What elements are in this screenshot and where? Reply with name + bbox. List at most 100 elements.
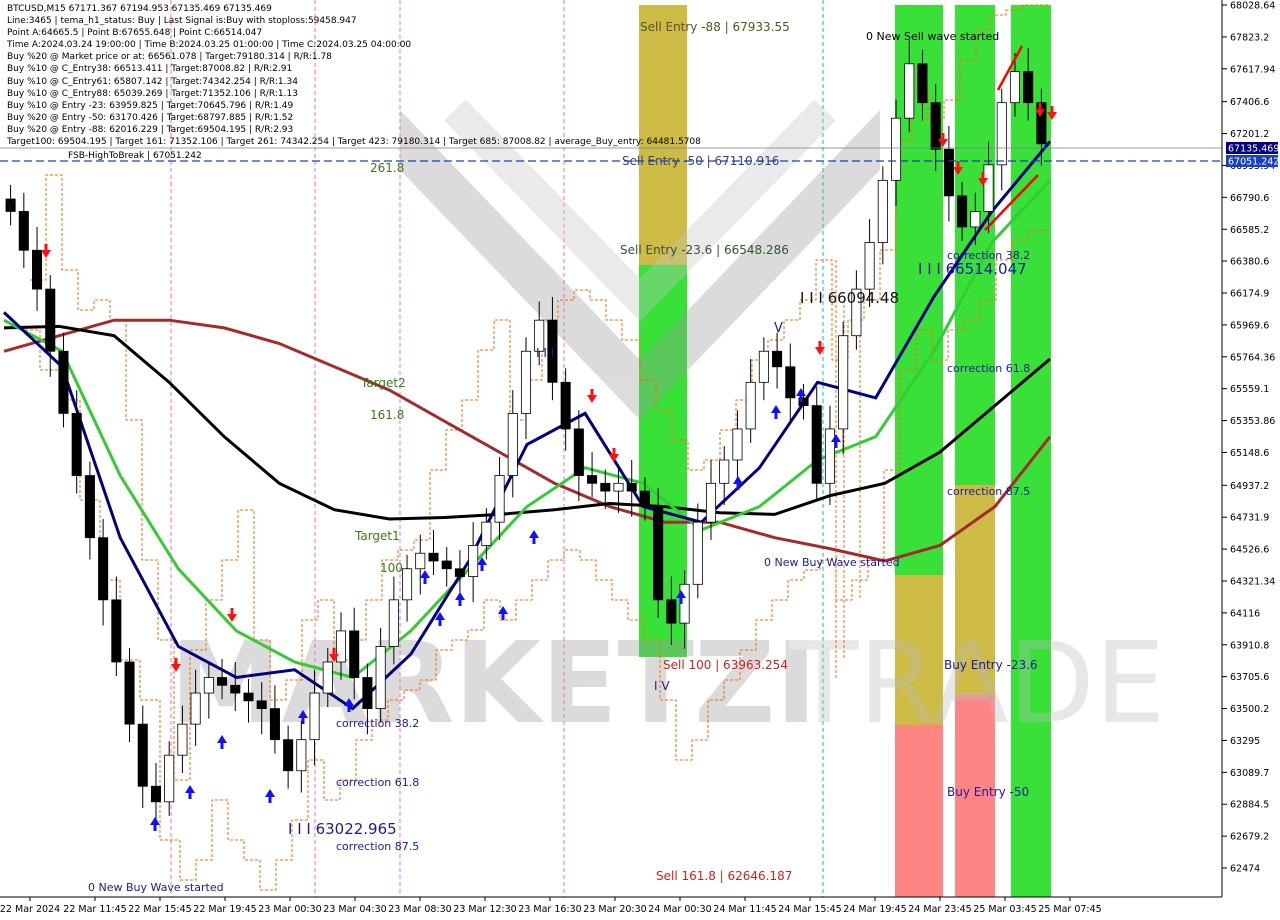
label-correction-618-right: correction 61.8 [947,362,1030,375]
current-price-label: 67135.469 [1228,144,1279,155]
candle-body [84,475,95,539]
candle-body [322,661,333,694]
candle-body [494,475,505,523]
candle-body [626,482,637,492]
candle-body [164,754,175,803]
candle-body [309,692,320,741]
candle-body [190,692,201,725]
x-tick-label: 23 Mar 00:30 [258,904,321,915]
y-tick-label: 65353.86 [1230,416,1275,427]
y-tick-label: 67823.2 [1230,32,1269,43]
candle-body [296,739,307,772]
label-fib-target2: Target2 [360,376,406,390]
x-tick-label: 22 Mar 11:45 [63,904,126,915]
candle-body [441,560,452,570]
label-sell-100: Sell 100 | 63963.254 [663,658,788,672]
y-tick-label: 63295 [1230,736,1260,747]
candle-body [692,521,703,585]
candle-body [150,785,161,803]
candle-body [428,552,439,562]
label-fib-161: 161.8 [370,408,404,422]
label-66094: I I I 66094.48 [800,289,899,307]
candle-body [838,335,849,430]
x-tick-label: 24 Mar 15:45 [778,904,841,915]
x-tick-label: 22 Mar 19:45 [193,904,256,915]
watermark-left: MARKETZI [170,619,817,749]
y-tick-label: 65764.36 [1230,352,1275,363]
candle-body [362,677,373,709]
label-new-sell-wave: 0 New Sell wave started [866,30,999,43]
buy-zone-1-red [895,725,943,897]
candle-body [507,413,518,476]
candle-body [943,148,954,197]
candle-body [283,739,294,772]
y-tick-label: 65969.6 [1230,320,1269,331]
candle-body [269,708,280,741]
label-wave-iv: I V [654,679,670,693]
candle-body [917,63,928,104]
y-tick-label: 66790.6 [1230,193,1269,204]
candle-body [481,521,492,546]
candle-body [520,350,532,414]
candle-body [124,661,135,725]
candle-body [335,630,347,663]
y-tick-label: 63705.6 [1230,672,1269,683]
label-fib-261: 261.8 [370,161,404,175]
label-63022: I I I 63022.965 [288,820,397,838]
candle-body [573,428,584,476]
label-new-buy-wave-2: 0 New Buy Wave started [88,881,224,894]
price-axis: 68028.6467823.267617.9467406.667201.2669… [1221,0,1280,920]
fsb-label: FSB-HighToBreak | 67051.242 [68,151,202,161]
label-new-buy-wave-1: 0 New Buy Wave started [764,556,900,569]
x-tick-label: 25 Mar 07:45 [1038,904,1101,915]
candle-body [600,482,611,492]
x-tick-label: 24 Mar 19:45 [843,904,906,915]
x-tick-label: 23 Mar 16:30 [518,904,581,915]
info-line: Buy %10 @ C_Entry38: 66513.411 | Target:… [7,64,293,75]
candle-body [666,599,677,624]
candle-body [45,288,56,352]
candle-body [560,381,571,430]
y-tick-label: 66380.6 [1230,257,1269,268]
x-tick-label: 23 Mar 20:30 [583,904,646,915]
candle-body [891,117,902,181]
candle-body [177,723,188,756]
candle-body [758,350,769,383]
candle-body [587,475,598,484]
y-tick-label: 67201.2 [1230,129,1269,140]
candle-body [957,195,968,228]
candle-body [58,350,69,414]
label-correction-382-left: correction 38.2 [336,717,419,730]
info-line: Buy %20 @ Market price or at: 66561.078 … [7,52,332,63]
info-panel: BTCUSD,M15 67171.367 67194.953 67135.469… [7,3,701,148]
candle-body [705,482,717,523]
y-tick-label: 66174.9 [1230,289,1269,300]
x-tick-label: 22 Mar 15:45 [128,904,191,915]
label-sell-entry-50: Sell Entry -50 | 67110.916 [622,154,779,168]
info-line: Target100: 69504.195 | Target 161: 71352… [7,137,701,148]
y-tick-label: 63910.8 [1230,640,1269,651]
label-66514: I I I 66514.047 [918,260,1027,278]
y-tick-label: 65559.1 [1230,384,1269,395]
candle-body [996,102,1007,166]
x-tick-label: 23 Mar 12:30 [453,904,516,915]
candle-body [98,537,109,601]
candle-body [639,490,650,508]
label-sell-161: Sell 161.8 | 62646.187 [656,869,792,883]
info-line: Time A:2024.03.24 19:00:00 | Time B:2024… [7,40,412,51]
info-line: Buy %10 @ C_Entry61: 65807.142 | Target:… [7,76,298,87]
candle-body [468,545,479,577]
candle-body [904,63,915,119]
candle-body [415,552,426,570]
label-correction-618-left: correction 61.8 [336,776,419,789]
x-tick-label: 25 Mar 03:45 [973,904,1036,915]
label-wave-v-left: V [6,199,15,214]
y-tick-label: 62884.5 [1230,800,1269,811]
y-tick-label: 62474 [1230,864,1260,875]
info-line: Point A:64665.5 | Point B:67655.648 | Po… [7,28,263,39]
y-tick-label: 63500.2 [1230,704,1269,715]
x-tick-label: 24 Mar 11:45 [713,904,776,915]
fsb-price-label: 67051.242 [1228,157,1279,168]
candle-body [71,413,82,476]
watermark-right: TRADE [789,619,1165,749]
